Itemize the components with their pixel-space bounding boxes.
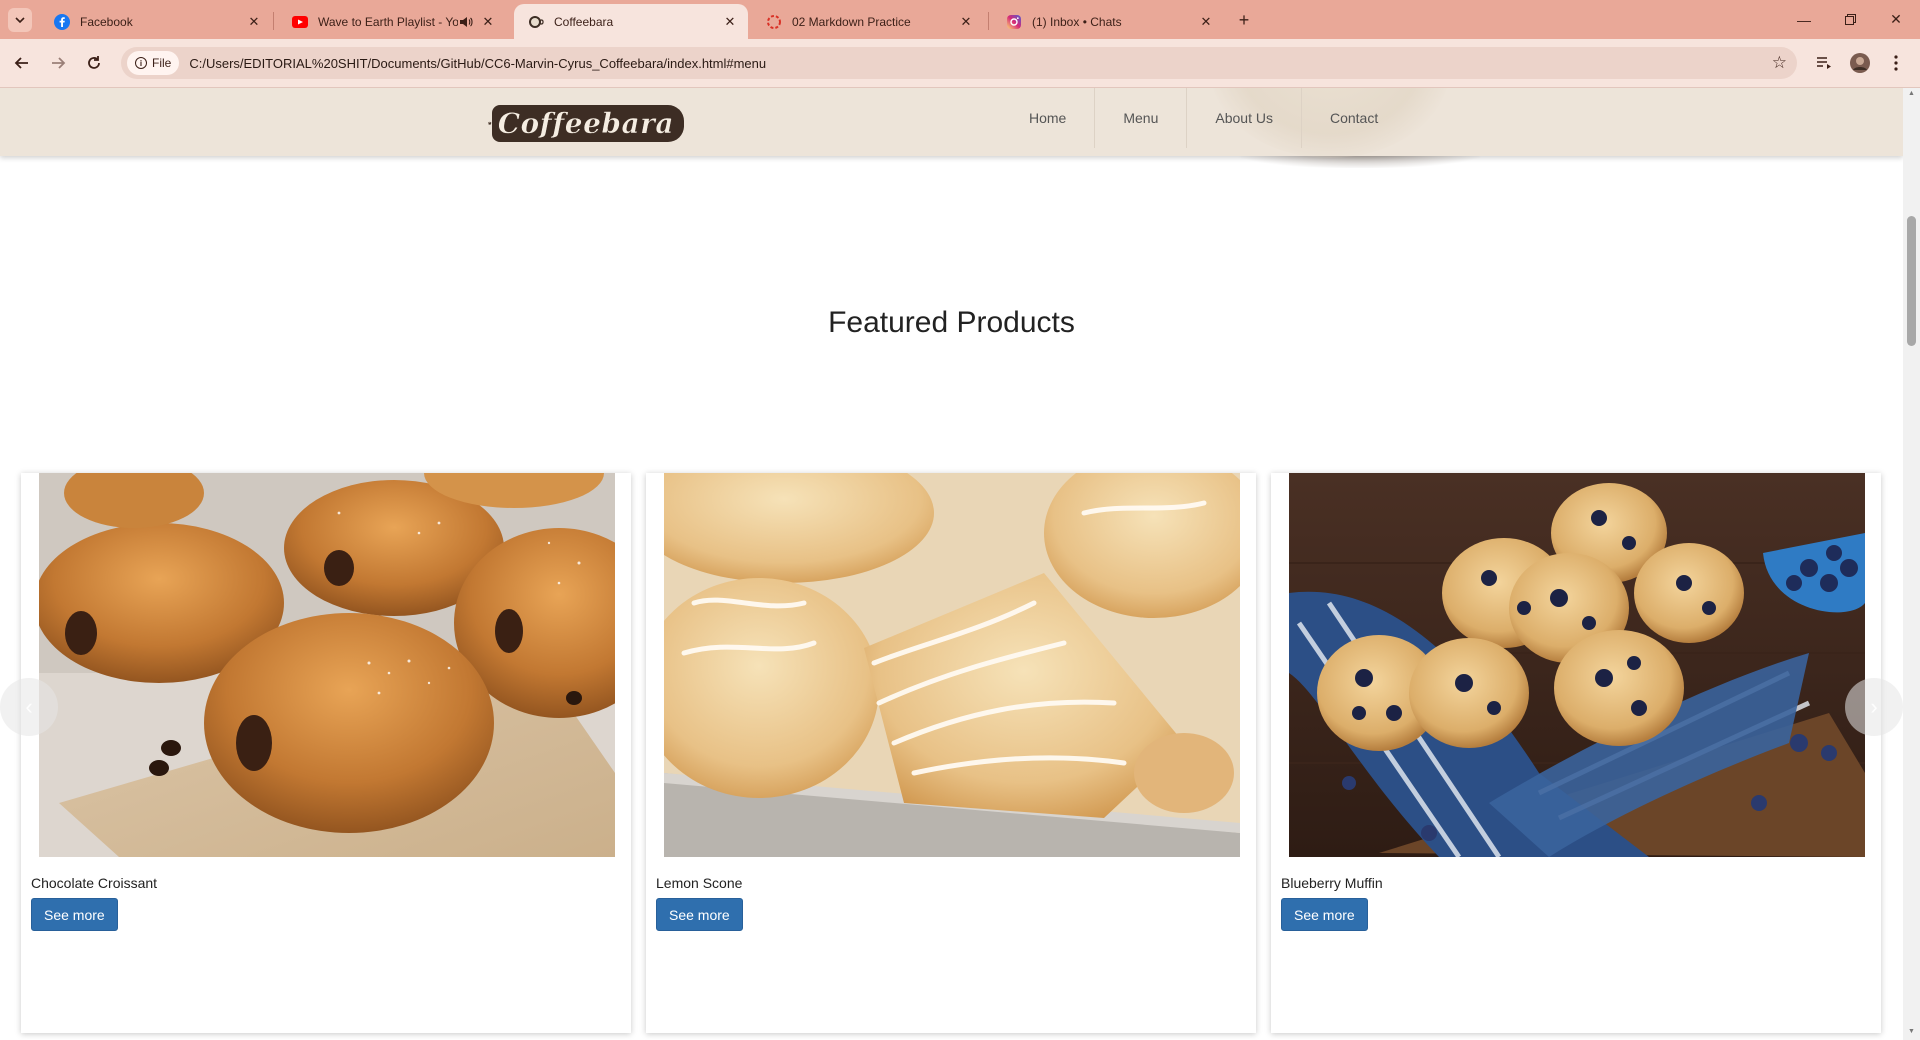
close-icon[interactable]: ✕: [958, 14, 974, 30]
nav-about-us[interactable]: About Us: [1187, 88, 1302, 148]
chocolate-croissant-photo: [39, 473, 615, 857]
tab-divider: [273, 12, 274, 30]
section-title: Featured Products: [828, 306, 1075, 339]
reload-button[interactable]: [82, 51, 106, 75]
blueberry-muffin-photo: [1289, 473, 1865, 857]
chevron-down-icon: [15, 17, 25, 24]
address-bar[interactable]: i File C:/Users/EDITORIAL%20SHIT/Documen…: [121, 47, 1797, 79]
tab-divider: [988, 12, 989, 30]
loading-icon: [766, 14, 782, 30]
site-logo[interactable]: Coffeebara: [488, 98, 684, 148]
carousel-next-button[interactable]: ›: [1845, 678, 1903, 736]
arrow-left-icon: [14, 57, 28, 69]
close-icon: ✕: [1890, 11, 1902, 27]
forward-button[interactable]: [46, 51, 70, 75]
youtube-icon: [292, 14, 308, 30]
new-tab-button[interactable]: +: [1232, 8, 1256, 32]
tab-strip: Facebook ✕ Wave to Earth Playlist - You …: [0, 0, 1920, 39]
product-name: Chocolate Croissant: [31, 875, 158, 891]
see-more-button[interactable]: See more: [31, 898, 118, 931]
chevron-left-icon: ‹: [25, 694, 33, 719]
carousel-prev-button[interactable]: ‹: [0, 678, 58, 736]
minimize-icon: —: [1797, 11, 1811, 28]
tab-title: Facebook: [80, 14, 133, 29]
info-icon: i: [135, 57, 147, 69]
bookmark-star-icon[interactable]: ☆: [1772, 53, 1787, 73]
page-viewport: Coffeebara Home Menu About Us Contact Fe…: [0, 88, 1903, 1040]
media-control-button[interactable]: [1812, 51, 1836, 75]
close-icon[interactable]: ✕: [246, 14, 262, 30]
avatar-icon: [1850, 53, 1870, 73]
site-info-label: File: [152, 56, 172, 70]
scrollbar-thumb[interactable]: [1907, 216, 1916, 346]
browser-toolbar: i File C:/Users/EDITORIAL%20SHIT/Documen…: [0, 39, 1920, 88]
scroll-up-icon[interactable]: ▲: [1907, 90, 1916, 98]
restore-button[interactable]: [1827, 0, 1873, 39]
nav-menu[interactable]: Menu: [1095, 88, 1188, 148]
product-card: Chocolate Croissant See more: [21, 473, 631, 1033]
tab-title: 02 Markdown Practice: [792, 14, 911, 29]
playlist-icon: [1817, 57, 1831, 69]
minimize-button[interactable]: —: [1781, 0, 1827, 39]
nav-contact[interactable]: Contact: [1302, 88, 1406, 148]
coffee-icon: [528, 14, 544, 30]
tab-markdown[interactable]: 02 Markdown Practice ✕: [752, 4, 984, 39]
tab-search-button[interactable]: [8, 8, 32, 32]
plus-icon: +: [1238, 9, 1250, 30]
speaker-icon[interactable]: [458, 14, 474, 30]
product-card: Blueberry Muffin See more: [1271, 473, 1881, 1033]
product-card: Lemon Scone See more: [646, 473, 1256, 1033]
tab-facebook[interactable]: Facebook ✕: [40, 4, 272, 39]
restore-icon: [1844, 14, 1856, 25]
instagram-icon: [1006, 14, 1022, 30]
brand-name: Coffeebara: [491, 104, 684, 142]
reload-icon: [88, 56, 100, 69]
tab-title: Wave to Earth Playlist - You: [318, 14, 458, 29]
tab-coffeebara[interactable]: Coffeebara ✕: [514, 4, 748, 39]
browser-menu-button[interactable]: [1884, 51, 1908, 75]
chevron-right-icon: ›: [1870, 694, 1878, 719]
site-info-chip[interactable]: i File: [127, 51, 180, 75]
main-nav: Home Menu About Us Contact: [1001, 88, 1406, 148]
lemon-scone-photo: [664, 473, 1240, 857]
url-text[interactable]: C:/Users/EDITORIAL%20SHIT/Documents/GitH…: [189, 56, 766, 71]
profile-avatar[interactable]: [1848, 51, 1872, 75]
facebook-icon: [54, 13, 70, 30]
close-icon[interactable]: ✕: [1198, 14, 1214, 30]
product-name: Blueberry Muffin: [1281, 875, 1383, 891]
page-scrollbar[interactable]: ▲ ▼: [1903, 88, 1920, 1040]
tab-youtube[interactable]: Wave to Earth Playlist - You ✕: [278, 4, 506, 39]
scroll-down-icon[interactable]: ▼: [1907, 1028, 1916, 1036]
see-more-button[interactable]: See more: [1281, 898, 1368, 931]
back-button[interactable]: [10, 51, 34, 75]
tab-title: (1) Inbox • Chats: [1032, 14, 1122, 29]
close-icon[interactable]: ✕: [722, 14, 738, 30]
more-vertical-icon: [1894, 55, 1898, 71]
product-name: Lemon Scone: [656, 875, 743, 891]
close-icon[interactable]: ✕: [480, 14, 496, 30]
nav-home[interactable]: Home: [1001, 88, 1096, 148]
tab-instagram[interactable]: (1) Inbox • Chats ✕: [992, 4, 1224, 39]
tab-title: Coffeebara: [554, 14, 614, 29]
see-more-button[interactable]: See more: [656, 898, 743, 931]
arrow-right-icon: [52, 57, 66, 69]
site-navbar: Coffeebara Home Menu About Us Contact: [0, 88, 1903, 158]
close-window-button[interactable]: ✕: [1873, 0, 1919, 39]
